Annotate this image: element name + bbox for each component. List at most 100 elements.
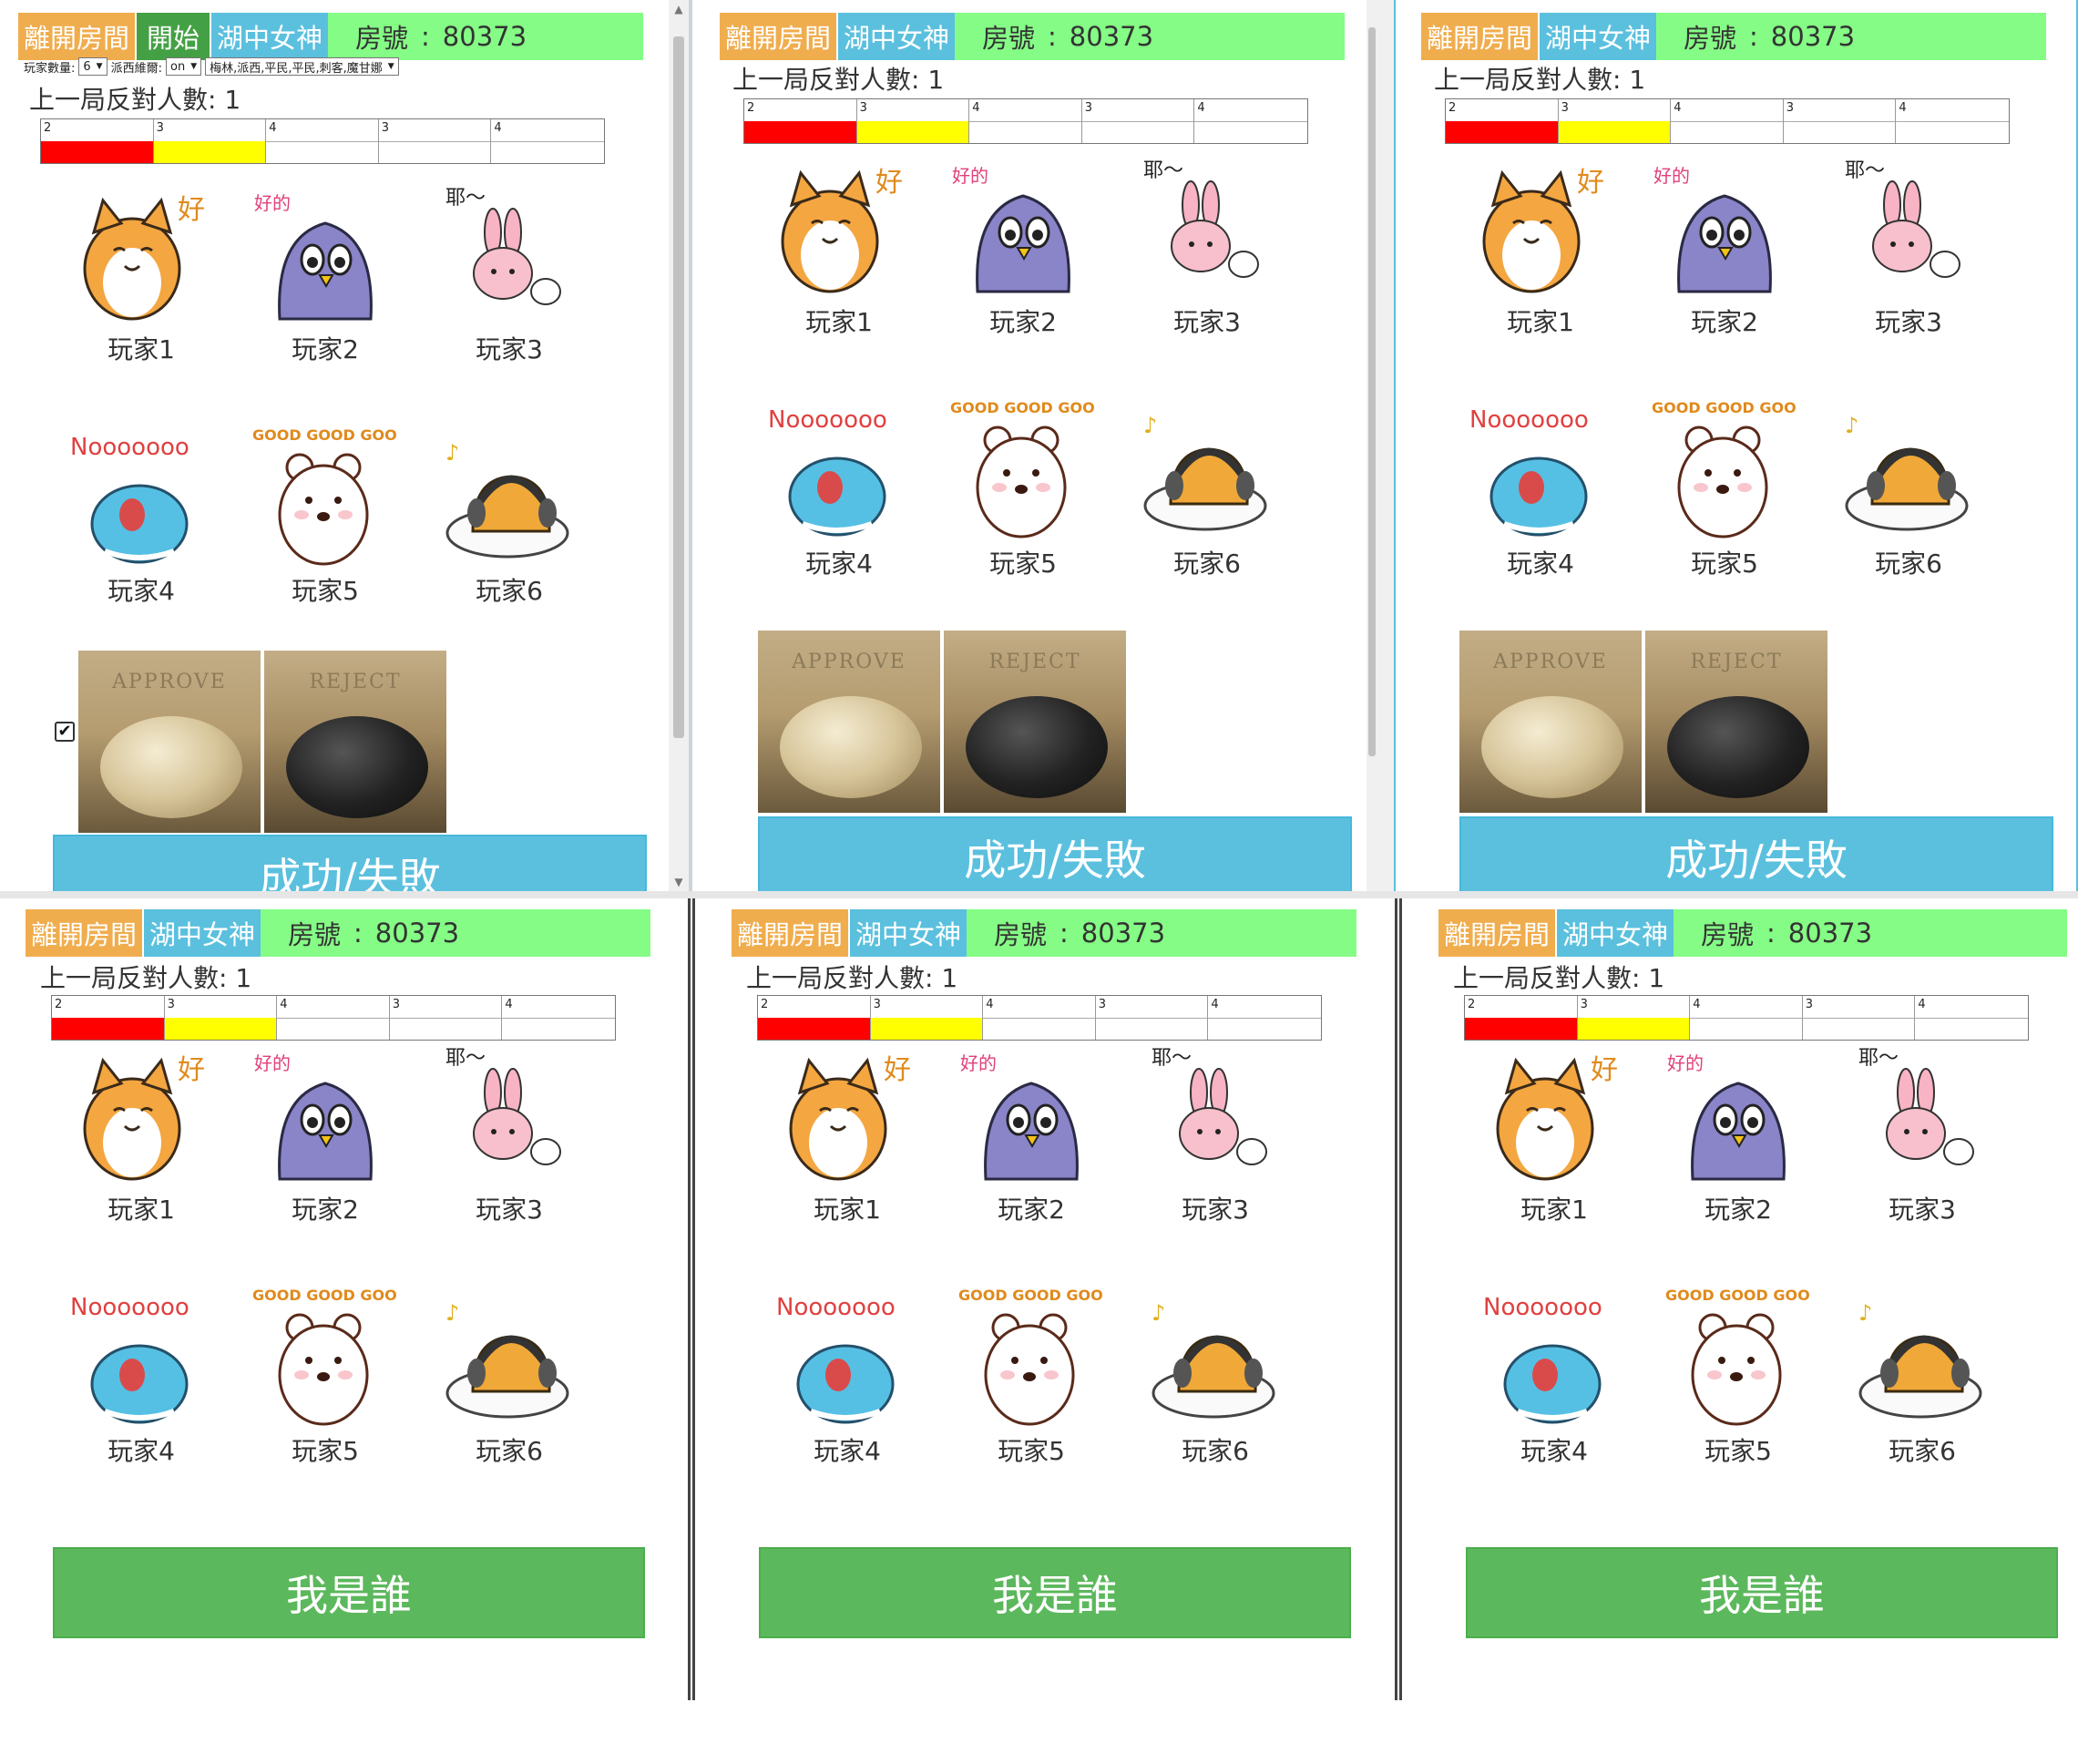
player-avatar[interactable]: 好的 [252, 182, 398, 328]
player-avatar[interactable]: Nooooooo [1481, 1284, 1627, 1430]
lady-of-lake-button[interactable]: 湖中女神 [1538, 13, 1656, 60]
player-avatar[interactable]: 耶～ [1134, 155, 1280, 301]
player-avatar[interactable]: Nooooooo [68, 424, 214, 569]
player-card-2[interactable]: 好的 玩家2 [239, 182, 412, 366]
player-avatar[interactable]: GOOD GOOD GOOD [1665, 1284, 1811, 1430]
leave-room-button[interactable]: 離開房間 [720, 13, 836, 60]
player-card-2[interactable]: 好的 玩家2 [239, 1042, 412, 1226]
player-card-1[interactable]: 好玩家1 [1468, 1042, 1641, 1226]
leave-room-button[interactable]: 離開房間 [732, 909, 848, 957]
player-card-5[interactable]: GOOD GOOD GOOD 玩家5 [239, 424, 412, 608]
player-avatar[interactable]: 耶～ [1142, 1042, 1288, 1188]
player-card-6[interactable]: ♪ 玩家6 [1836, 1284, 2009, 1468]
scroll-down-icon[interactable]: ▼ [669, 873, 689, 891]
scrollbar[interactable] [1367, 0, 1377, 891]
player-card-6[interactable]: ♪ 玩家6 [1121, 396, 1294, 580]
who-am-i-button[interactable]: 我是誰 [1466, 1547, 2058, 1638]
player-avatar[interactable]: ♪ [436, 1284, 582, 1430]
player-card-3[interactable]: 耶～ 玩家3 [423, 1042, 596, 1226]
player-avatar[interactable]: 好 [1481, 1042, 1627, 1188]
player-avatar[interactable]: GOOD GOOD GOOD [252, 1284, 398, 1430]
player-card-4[interactable]: Nooooooo 玩家4 [752, 396, 926, 580]
leave-room-button[interactable]: 離開房間 [1438, 909, 1555, 957]
percival-select[interactable]: on [165, 57, 202, 76]
player-card-5[interactable]: GOOD GOOD GOOD 玩家5 [937, 396, 1110, 580]
player-card-2[interactable]: 好的 玩家2 [1638, 155, 1811, 339]
player-card-5[interactable]: GOOD GOOD GOOD 玩家5 [945, 1284, 1118, 1468]
player-card-1[interactable]: 好玩家1 [55, 182, 228, 366]
mission-result-button[interactable]: 成功/失敗 [1459, 816, 2053, 891]
player-card-5[interactable]: GOOD GOOD GOOD 玩家5 [1652, 1284, 1825, 1468]
vote-checkbox[interactable]: ✔ [55, 722, 75, 742]
player-avatar[interactable]: 好的 [1665, 1042, 1811, 1188]
start-button[interactable]: 開始 [135, 13, 210, 60]
player-avatar[interactable]: 耶～ [1836, 155, 1981, 301]
player-card-1[interactable]: 好玩家1 [752, 155, 926, 339]
player-avatar[interactable]: ♪ [1836, 396, 1981, 542]
player-card-6[interactable]: ♪ 玩家6 [423, 424, 596, 608]
lady-of-lake-button[interactable]: 湖中女神 [836, 13, 955, 60]
who-am-i-button[interactable]: 我是誰 [759, 1547, 1351, 1638]
player-avatar[interactable]: GOOD GOOD GOOD [958, 1284, 1104, 1430]
leave-room-button[interactable]: 離開房間 [18, 13, 135, 60]
player-avatar[interactable]: 耶～ [1849, 1042, 1995, 1188]
player-avatar[interactable]: Nooooooo [68, 1284, 214, 1430]
player-count-select[interactable]: 6 [78, 57, 107, 76]
player-avatar[interactable]: 好 [774, 1042, 920, 1188]
player-card-1[interactable]: 好玩家1 [55, 1042, 228, 1226]
player-card-2[interactable]: 好的 玩家2 [1652, 1042, 1825, 1226]
player-avatar[interactable]: 好 [766, 155, 912, 301]
player-avatar[interactable]: ♪ [1142, 1284, 1288, 1430]
player-avatar[interactable]: 好的 [950, 155, 1096, 301]
lady-of-lake-button[interactable]: 湖中女神 [848, 909, 967, 957]
leave-room-button[interactable]: 離開房間 [1421, 13, 1538, 60]
player-avatar[interactable]: 好的 [252, 1042, 398, 1188]
leave-room-button[interactable]: 離開房間 [26, 909, 142, 957]
player-card-4[interactable]: Nooooooo 玩家4 [1468, 1284, 1641, 1468]
player-avatar[interactable]: 好的 [958, 1042, 1104, 1188]
player-card-1[interactable]: 好玩家1 [761, 1042, 934, 1226]
player-card-6[interactable]: ♪ 玩家6 [1129, 1284, 1302, 1468]
player-avatar[interactable]: 好 [1468, 155, 1613, 301]
player-avatar[interactable]: 好 [68, 182, 214, 328]
player-card-3[interactable]: 耶～ 玩家3 [1129, 1042, 1302, 1226]
reject-card[interactable]: REJECT [1645, 631, 1827, 813]
player-avatar[interactable]: Nooooooo [766, 396, 912, 542]
player-card-3[interactable]: 耶～ 玩家3 [1121, 155, 1294, 339]
player-card-2[interactable]: 好的 玩家2 [937, 155, 1110, 339]
player-avatar[interactable]: GOOD GOOD GOOD [252, 424, 398, 569]
player-avatar[interactable]: ♪ [1134, 396, 1280, 542]
lady-of-lake-button[interactable]: 湖中女神 [1555, 909, 1674, 957]
approve-card[interactable]: APPROVE [78, 651, 261, 833]
player-card-4[interactable]: Nooooooo 玩家4 [55, 1284, 228, 1468]
reject-card[interactable]: REJECT [944, 631, 1126, 813]
scroll-up-icon[interactable]: ▲ [669, 0, 689, 18]
player-card-1[interactable]: 好玩家1 [1454, 155, 1627, 339]
player-card-3[interactable]: 耶～ 玩家3 [423, 182, 596, 366]
scrollbar[interactable]: ▲ ▼ [669, 0, 689, 891]
player-card-5[interactable]: GOOD GOOD GOOD 玩家5 [239, 1284, 412, 1468]
player-avatar[interactable]: 耶～ [436, 1042, 582, 1188]
scroll-thumb[interactable] [673, 36, 684, 738]
player-card-4[interactable]: Nooooooo 玩家4 [55, 424, 228, 608]
player-avatar[interactable]: ♪ [1849, 1284, 1995, 1430]
player-avatar[interactable]: GOOD GOOD GOOD [950, 396, 1096, 542]
player-card-4[interactable]: Nooooooo 玩家4 [1454, 396, 1627, 580]
player-avatar[interactable]: ♪ [436, 424, 582, 569]
mission-result-button[interactable]: 成功/失敗 [758, 816, 1352, 891]
lady-of-lake-button[interactable]: 湖中女神 [210, 13, 328, 60]
player-avatar[interactable]: 耶～ [436, 182, 582, 328]
player-card-5[interactable]: GOOD GOOD GOOD 玩家5 [1638, 396, 1811, 580]
lady-of-lake-button[interactable]: 湖中女神 [142, 909, 261, 957]
approve-card[interactable]: APPROVE [758, 631, 940, 813]
player-avatar[interactable]: Nooooooo [774, 1284, 920, 1430]
scroll-thumb[interactable] [1368, 27, 1376, 756]
player-avatar[interactable]: 好 [68, 1042, 214, 1188]
who-am-i-button[interactable]: 我是誰 [53, 1547, 645, 1638]
roles-select[interactable]: 梅林,派西,平民,平民,刺客,魔甘娜 [205, 57, 399, 76]
reject-card[interactable]: REJECT [264, 651, 446, 833]
player-card-6[interactable]: ♪ 玩家6 [1822, 396, 1995, 580]
player-avatar[interactable]: GOOD GOOD GOOD [1652, 396, 1797, 542]
mission-result-button[interactable]: 成功/失敗 [53, 835, 647, 891]
player-card-6[interactable]: ♪ 玩家6 [423, 1284, 596, 1468]
